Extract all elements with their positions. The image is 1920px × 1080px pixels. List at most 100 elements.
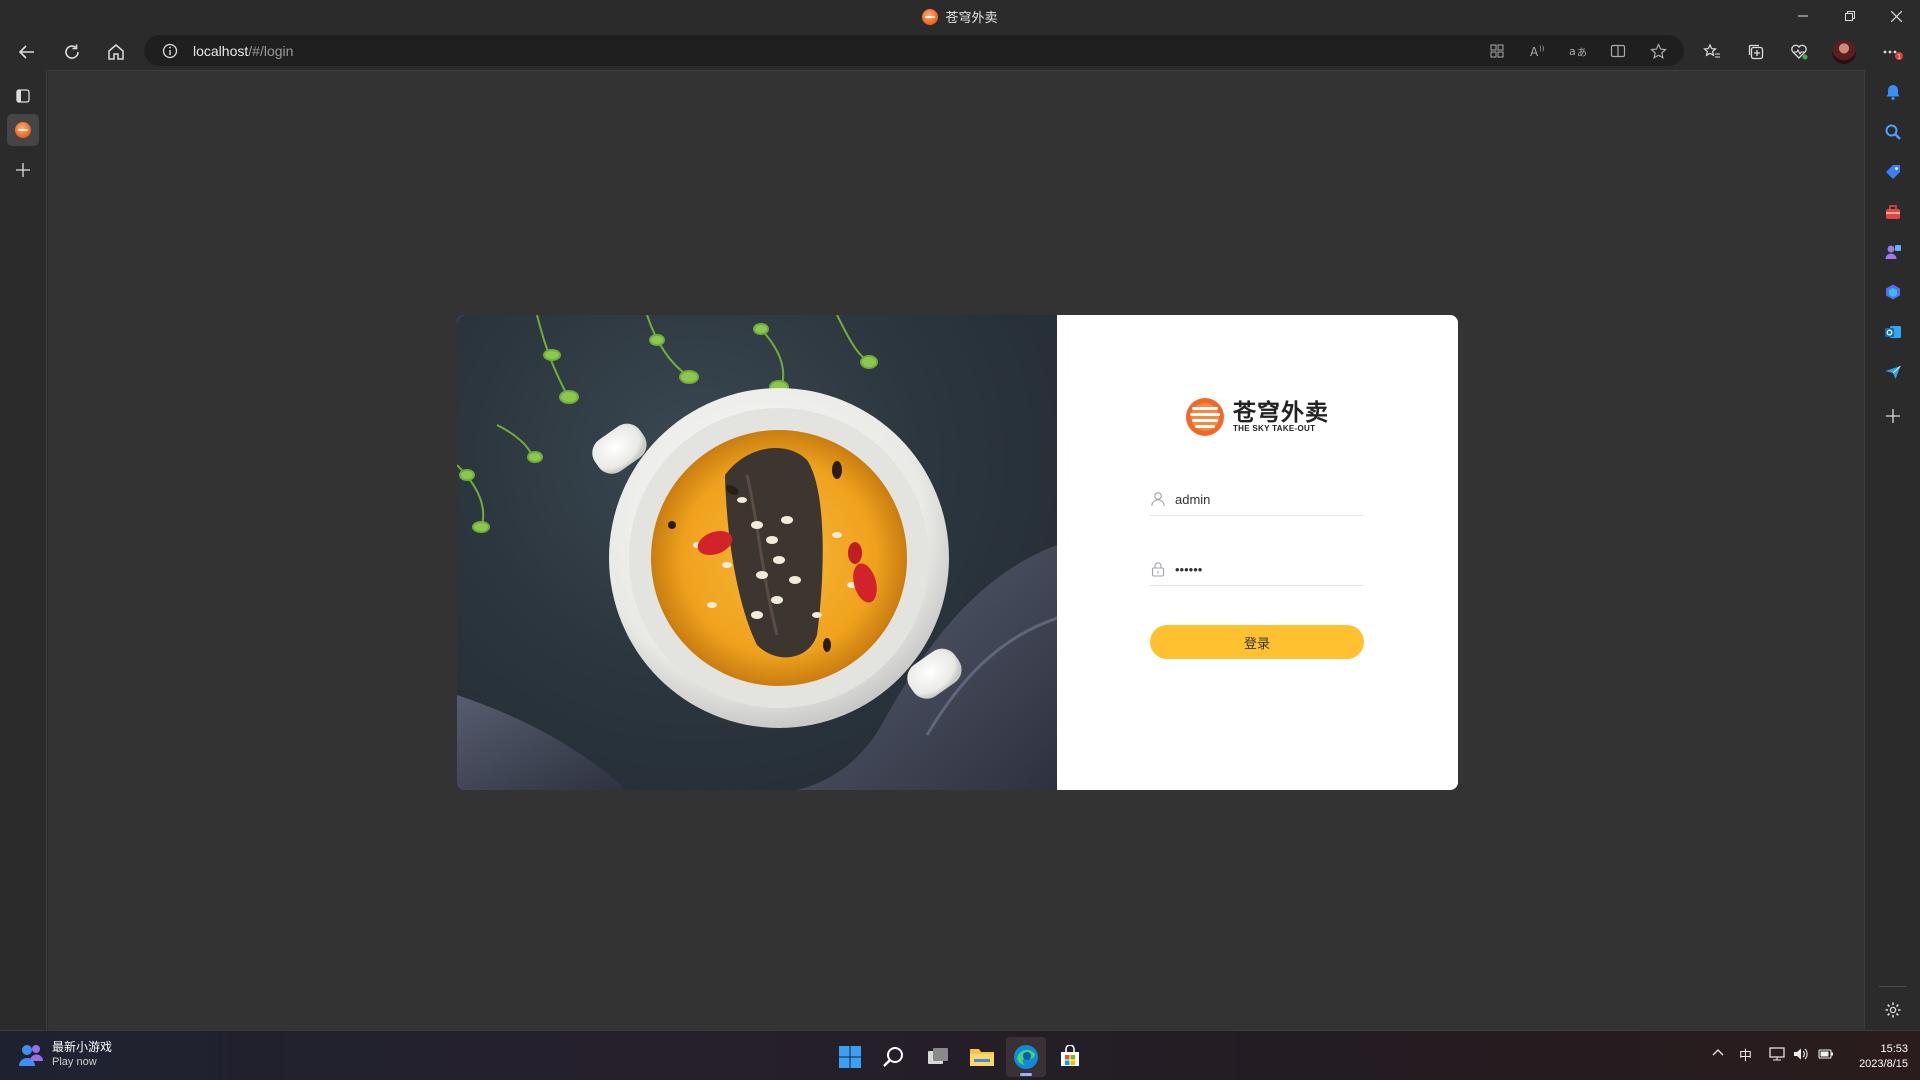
speaker-icon [1794,1048,1808,1060]
task-view-button[interactable] [918,1037,958,1077]
widgets-button[interactable]: 最新小游戏 Play now [18,1040,112,1070]
browser-toolbar: localhost/#/login A)) aあ 1 [0,32,1920,70]
ime-indicator[interactable]: 中 [1739,1045,1752,1064]
login-card: 苍穹外卖 THE SKY TAKE-OUT 登录 [457,315,1458,790]
browser-essentials-button[interactable] [1783,36,1815,68]
show-hidden-icons-button[interactable] [1712,1047,1724,1059]
add-sidebar-app-button[interactable] [1877,400,1909,432]
taskbar-search-button[interactable] [874,1037,914,1077]
password-input[interactable] [1175,559,1360,579]
widget-title: 最新小游戏 [52,1040,113,1054]
logo-title: 苍穹外卖 [1233,399,1329,425]
tab-actions-button[interactable] [7,80,39,112]
password-field [1150,553,1364,586]
more-icon: 1 [1883,50,1903,61]
home-icon [108,44,124,60]
battery-button[interactable] [1818,1047,1834,1061]
svg-text:あ: あ [1577,47,1587,59]
logo-mark-icon [1186,398,1224,436]
add-icon [1886,409,1900,423]
collections-button[interactable] [1740,36,1772,68]
search-icon [883,1047,903,1067]
restore-icon [1845,11,1855,21]
tools-icon [1886,205,1900,219]
games-button[interactable] [1877,236,1909,268]
minimize-button[interactable] [1780,0,1826,32]
search-icon [1885,124,1901,140]
site-info-icon[interactable] [159,40,181,62]
read-aloud-icon[interactable]: A)) [1527,40,1549,62]
heart-pulse-icon [1791,44,1808,60]
minimize-icon [1798,15,1808,17]
drop-button[interactable] [1877,356,1909,388]
login-button[interactable]: 登录 [1150,625,1364,659]
windows-logo-icon [839,1046,861,1068]
back-button[interactable] [11,36,43,68]
page-viewport: 苍穹外卖 THE SKY TAKE-OUT 登录 [48,70,1864,1030]
favorites-icon [1703,43,1720,58]
edge-sidebar [1864,70,1920,1030]
profile-button[interactable] [1828,36,1860,68]
outlook-icon [1885,326,1901,338]
app-available-icon[interactable] [1486,40,1508,62]
outlook-button[interactable] [1877,316,1909,348]
edge-taskbar-button[interactable] [1006,1037,1046,1077]
volume-button[interactable] [1793,1047,1809,1061]
favorite-star-icon[interactable] [1647,40,1669,62]
svg-text:A: A [1530,45,1539,59]
widget-subtitle: Play now [52,1056,97,1068]
tab-actions-icon [16,89,30,103]
login-form-panel: 苍穹外卖 THE SKY TAKE-OUT 登录 [1057,315,1458,790]
url-host: localhost [193,43,249,59]
new-tab-button[interactable] [7,154,39,186]
site-favicon-icon [922,8,939,25]
network-icon [1769,1047,1785,1061]
active-app-indicator [1020,1073,1032,1076]
url-text[interactable]: localhost/#/login [193,43,293,59]
address-bar[interactable]: localhost/#/login A)) aあ [144,35,1684,66]
tab-active-sky-takeout[interactable] [7,114,39,146]
sidebar-settings-button[interactable] [1877,994,1909,1026]
url-path: /#/login [248,43,294,59]
avatar [1832,40,1856,64]
shopping-button[interactable] [1877,156,1909,188]
translate-icon[interactable]: aあ [1567,40,1589,62]
clock-time: 15:53 [1880,1043,1908,1055]
refresh-button[interactable] [56,36,88,68]
collections-icon [1748,44,1764,60]
chevron-up-icon [1712,1049,1724,1056]
copilot-button[interactable] [1877,276,1909,308]
home-button[interactable] [100,36,132,68]
restore-button[interactable] [1827,0,1873,32]
username-input[interactable] [1175,489,1360,509]
games-icon [1885,245,1901,259]
close-window-button[interactable] [1873,0,1919,32]
vertical-tab-rail [0,70,47,1030]
search-sidebar-button[interactable] [1877,116,1909,148]
tools-button[interactable] [1877,196,1909,228]
svg-text:a: a [1569,45,1576,58]
settings-icon [1885,1002,1901,1018]
file-explorer-button[interactable] [962,1037,1002,1077]
system-clock[interactable]: 15:53 2023/8/15 [1842,1042,1908,1072]
clock-date: 2023/8/15 [1859,1058,1908,1070]
user-icon [1151,492,1165,507]
notifications-button[interactable] [1877,76,1909,108]
hero-food-image [457,315,1057,790]
logo-text: 苍穹外卖 THE SKY TAKE-OUT [1233,400,1329,434]
lock-icon [1151,562,1165,577]
network-button[interactable] [1769,1047,1785,1061]
send-icon [1885,365,1901,379]
battery-icon [1818,1049,1833,1059]
logo-subtitle: THE SKY TAKE-OUT [1233,424,1316,433]
sidebar-divider [1879,986,1907,987]
copilot-icon [1886,284,1900,300]
split-screen-icon[interactable] [1607,40,1629,62]
settings-more-button[interactable]: 1 [1877,36,1909,68]
store-button[interactable] [1050,1037,1090,1077]
start-button[interactable] [830,1037,870,1077]
games-widget-icon [19,1045,43,1066]
window-title: 苍穹外卖 [945,10,998,25]
favorites-button[interactable] [1696,36,1728,68]
close-icon [1890,10,1902,22]
